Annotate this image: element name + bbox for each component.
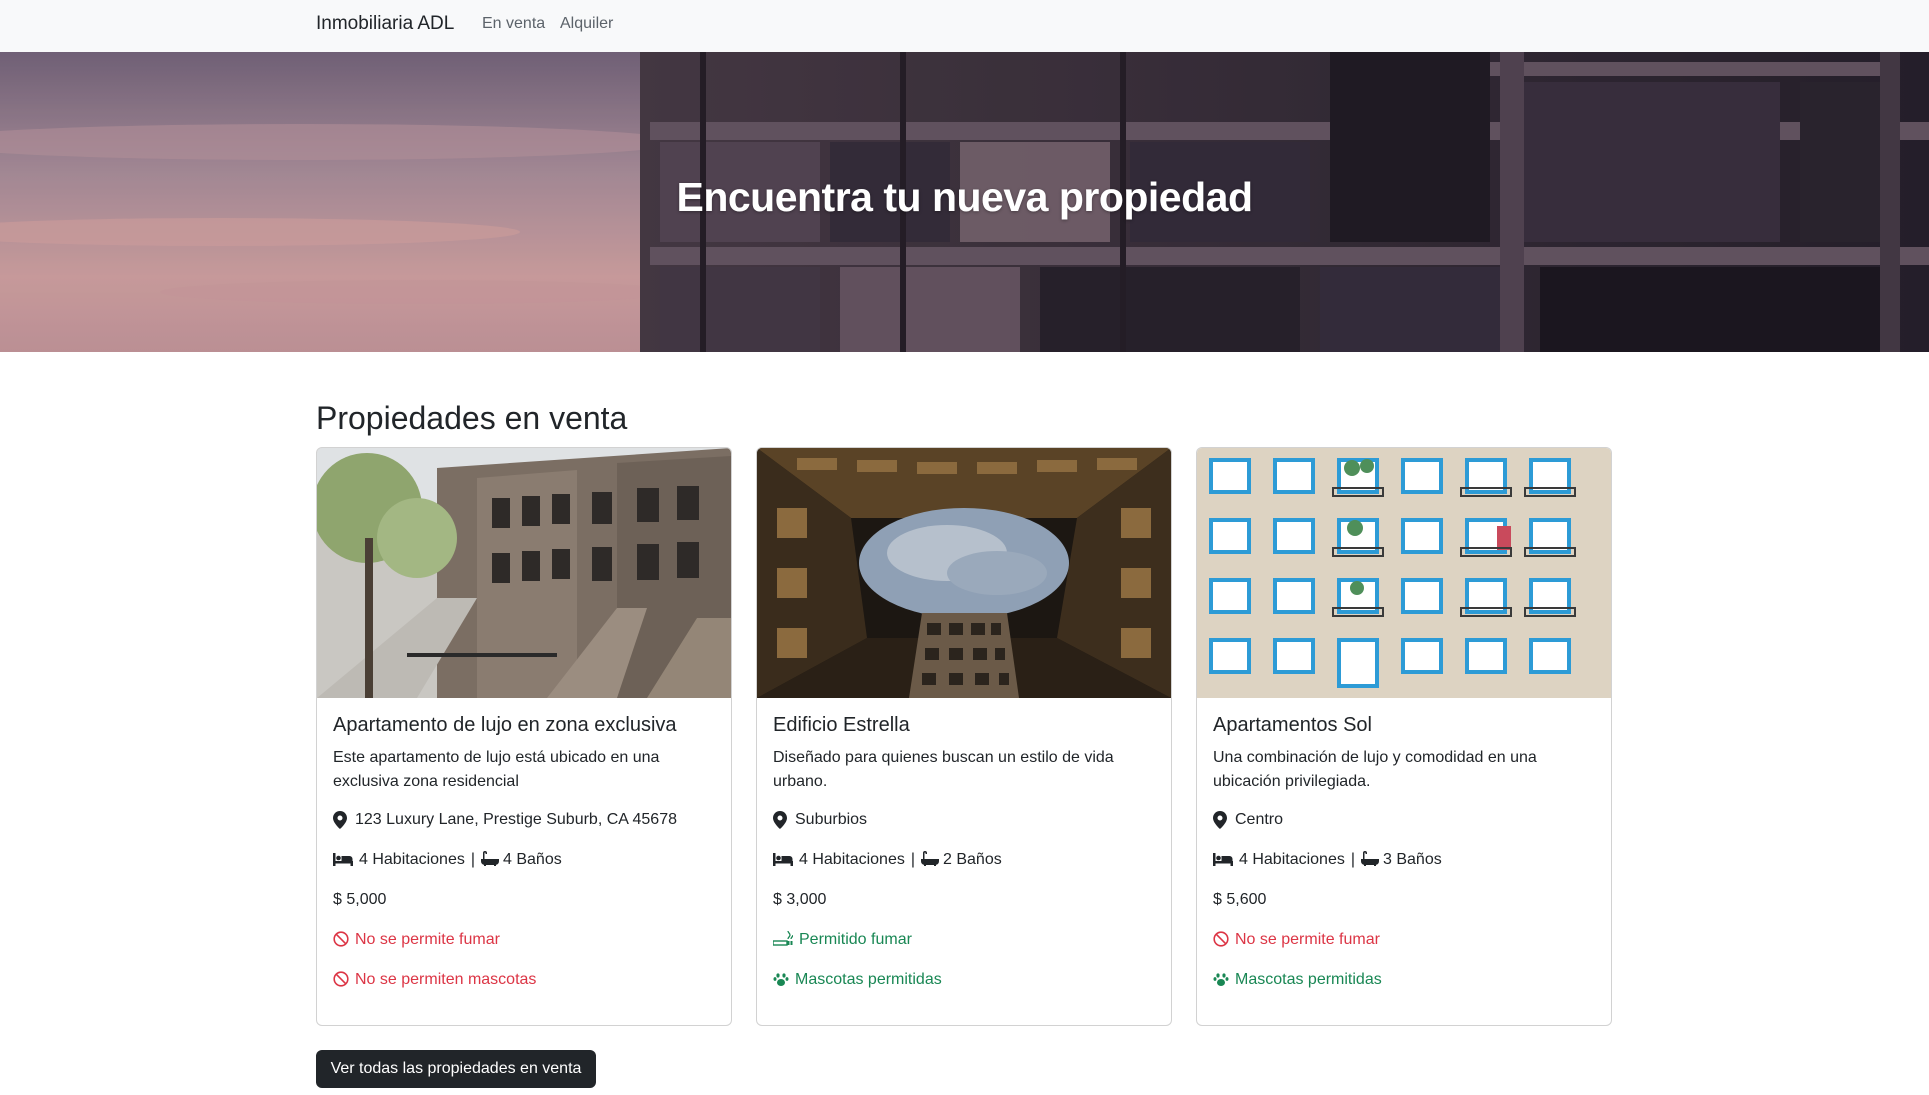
pets-text: No se permiten mascotas — [355, 971, 537, 988]
property-smoking: No se permite fumar — [333, 931, 500, 949]
bathrooms-text: 2 Baños — [943, 851, 1002, 868]
ban-icon — [333, 931, 351, 949]
hero-banner: Encuentra tu nueva propiedad — [0, 52, 1929, 352]
location-text: Centro — [1235, 811, 1284, 828]
property-card[interactable]: Apartamentos Sol Una combinación de lujo… — [1196, 447, 1612, 1026]
smoking-text: No se permite fumar — [355, 931, 500, 948]
bath-icon — [921, 851, 939, 869]
property-title[interactable]: Edificio Estrella — [773, 714, 910, 737]
bed-icon — [333, 851, 355, 869]
location-text: 123 Luxury Lane, Prestige Suburb, CA 456… — [355, 811, 677, 828]
nav-link-alquiler[interactable]: Alquiler — [560, 15, 613, 33]
separator: | — [1350, 851, 1355, 868]
property-rooms: 4 Habitaciones | 2 Baños — [773, 851, 1002, 869]
property-image — [1197, 448, 1611, 698]
property-description: Este apartamento de lujo está ubicado en… — [333, 749, 660, 790]
separator: | — [470, 851, 475, 868]
map-marker-icon — [333, 811, 351, 829]
smoking-text: Permitido fumar — [799, 931, 912, 948]
property-description: Diseñado para quienes buscan un estilo d… — [773, 749, 1114, 790]
hero-title: Encuentra tu nueva propiedad — [676, 174, 1253, 220]
separator: | — [910, 851, 915, 868]
ban-icon — [1213, 931, 1231, 949]
paw-icon — [1213, 971, 1231, 989]
bedrooms-text: 4 Habitaciones — [1239, 851, 1345, 868]
property-pets: Mascotas permitidas — [773, 971, 942, 989]
bathrooms-text: 3 Baños — [1383, 851, 1442, 868]
bath-icon — [481, 851, 499, 869]
bedrooms-text: 4 Habitaciones — [359, 851, 465, 868]
location-text: Suburbios — [795, 811, 868, 828]
property-title[interactable]: Apartamentos Sol — [1213, 714, 1372, 737]
paw-icon — [773, 971, 791, 989]
pets-text: Mascotas permitidas — [795, 971, 942, 988]
property-location: Suburbios — [773, 811, 867, 829]
bed-icon — [1213, 851, 1235, 869]
property-rooms: 4 Habitaciones | 4 Baños — [333, 851, 562, 869]
smoking-text: No se permite fumar — [1235, 931, 1380, 948]
navbar: Inmobiliaria ADL En venta Alquiler — [0, 0, 1929, 52]
bath-icon — [1361, 851, 1379, 869]
property-rooms: 4 Habitaciones | 3 Baños — [1213, 851, 1442, 869]
bedrooms-text: 4 Habitaciones — [799, 851, 905, 868]
map-marker-icon — [1213, 811, 1231, 829]
smoking-icon — [773, 931, 795, 949]
property-price: $ 3,000 — [773, 891, 827, 908]
bathrooms-text: 4 Baños — [503, 851, 562, 868]
nav-link-en-venta[interactable]: En venta — [482, 15, 545, 33]
property-price: $ 5,000 — [333, 891, 387, 908]
property-price: $ 5,600 — [1213, 891, 1267, 908]
pets-text: Mascotas permitidas — [1235, 971, 1382, 988]
property-image — [757, 448, 1171, 698]
property-image — [317, 448, 731, 698]
property-location: Centro — [1213, 811, 1283, 829]
property-pets: No se permiten mascotas — [333, 971, 536, 989]
property-location: 123 Luxury Lane, Prestige Suburb, CA 456… — [333, 811, 677, 829]
map-marker-icon — [773, 811, 791, 829]
view-all-sale-button[interactable]: Ver todas las propiedades en venta — [316, 1050, 596, 1088]
section-title: Propiedades en venta — [316, 400, 628, 436]
ban-icon — [333, 971, 351, 989]
property-title[interactable]: Apartamento de lujo en zona exclusiva — [333, 714, 677, 737]
property-smoking: Permitido fumar — [773, 931, 912, 949]
bed-icon — [773, 851, 795, 869]
property-card[interactable]: Edificio Estrella Diseñado para quienes … — [756, 447, 1172, 1026]
property-description: Una combinación de lujo y comodidad en u… — [1213, 749, 1537, 790]
brand-link[interactable]: Inmobiliaria ADL — [316, 13, 454, 35]
property-pets: Mascotas permitidas — [1213, 971, 1382, 989]
property-smoking: No se permite fumar — [1213, 931, 1380, 949]
property-card[interactable]: Apartamento de lujo en zona exclusiva Es… — [316, 447, 732, 1026]
